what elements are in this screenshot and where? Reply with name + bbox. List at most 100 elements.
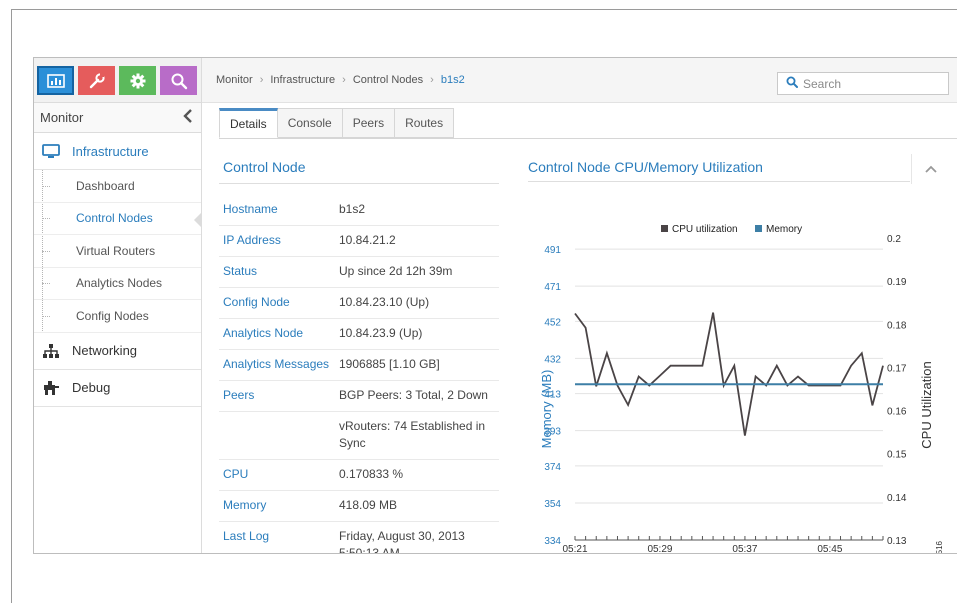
table-row: Hostname b1s2 — [219, 195, 499, 226]
row-value: 0.170833 % — [339, 467, 404, 481]
legend-label-cpu: CPU utilization — [672, 224, 738, 235]
sidebar-item-debug[interactable]: Debug — [34, 370, 201, 407]
breadcrumb-item-control-nodes[interactable]: Control Nodes — [353, 74, 423, 86]
x-tick-label: 05:45 — [817, 544, 842, 554]
collapse-sidebar-icon[interactable] — [183, 109, 193, 126]
tab-details[interactable]: Details — [219, 108, 278, 138]
row-value: 1906885 [1.10 GB] — [339, 357, 440, 371]
row-value: 418.09 MB — [339, 498, 398, 512]
search-icon — [786, 76, 798, 91]
collapse-panel-button[interactable] — [911, 154, 949, 184]
y-right-tick-label: 0.18 — [887, 320, 907, 331]
y-left-tick-label: 491 — [544, 245, 561, 256]
sidebar-item-control-nodes[interactable]: Control Nodes — [34, 203, 202, 235]
sitemap-icon — [42, 343, 64, 359]
sidebar-item-config-nodes[interactable]: Config Nodes — [34, 300, 201, 333]
y-left-tick-label: 354 — [544, 499, 561, 510]
details-title: Control Node — [223, 159, 306, 175]
debug-icon — [42, 380, 64, 396]
sidebar-item-virtual-routers[interactable]: Virtual Routers — [34, 235, 201, 268]
row-value: 10.84.21.2 — [339, 233, 396, 247]
y-right-tick-label: 0.14 — [887, 493, 907, 504]
breadcrumb-separator-icon: › — [430, 74, 434, 86]
row-key: Peers — [223, 388, 255, 402]
row-key: Config Node — [223, 295, 290, 309]
row-key: CPU — [223, 467, 249, 481]
table-row: Config Node 10.84.23.10 (Up) — [219, 288, 499, 319]
tab-bar: Details Console Peers Routes — [219, 108, 455, 138]
tab-peers[interactable]: Peers — [342, 108, 396, 138]
sidebar-item-label: Infrastructure — [72, 143, 149, 159]
chart-panel-title: Control Node CPU/Memory Utilization — [528, 159, 763, 175]
row-key: IP Address — [223, 233, 281, 247]
tab-routes[interactable]: Routes — [395, 108, 455, 138]
table-row: Memory 418.09 MB — [219, 491, 499, 522]
configure-icon[interactable] — [78, 66, 115, 95]
breadcrumb-item-current: b1s2 — [440, 74, 465, 86]
y-left-tick-label: 452 — [544, 317, 561, 328]
row-key: Hostname — [223, 202, 278, 216]
sidebar-section-header: Monitor — [34, 103, 201, 133]
breadcrumb-separator-icon: › — [342, 74, 346, 86]
y-left-tick-label: 334 — [544, 536, 561, 547]
breadcrumb-item-infrastructure[interactable]: Infrastructure — [270, 74, 335, 86]
main-content: Monitor › Infrastructure › Control Nodes… — [202, 58, 957, 553]
cpu-series-line — [574, 312, 884, 436]
y-right-tick-label: 0.17 — [887, 363, 907, 374]
table-row: Status Up since 2d 12h 39m — [219, 257, 499, 288]
legend-swatch-memory — [755, 225, 762, 232]
sidebar-section-title: Monitor — [40, 110, 84, 125]
row-key: Analytics Messages — [223, 357, 330, 371]
row-value: 10.84.23.10 (Up) — [339, 295, 430, 309]
row-value: BGP Peers: 3 Total, 2 Down — [339, 388, 488, 402]
row-key: Status — [223, 264, 258, 278]
query-icon[interactable] — [160, 66, 197, 95]
sidebar: Monitor Infrastructure Dashboard Control… — [34, 58, 202, 553]
search-placeholder: Search — [803, 76, 842, 91]
row-value: vRouters: 74 Established in Sync — [339, 419, 486, 450]
breadcrumb-item-monitor[interactable]: Monitor — [216, 74, 253, 86]
sidebar-item-label: Networking — [72, 343, 138, 358]
table-row: IP Address 10.84.21.2 — [219, 226, 499, 257]
cpu-memory-chart: CPU utilization Memory3343543743934134324… — [539, 224, 934, 554]
tab-console[interactable]: Console — [277, 108, 343, 138]
sidebar-item-networking[interactable]: Networking — [34, 333, 201, 370]
row-value: 10.84.23.9 (Up) — [339, 326, 423, 340]
infrastructure-submenu: Dashboard Control Nodes Virtual Routers … — [34, 170, 202, 333]
y-right-tick-label: 0.19 — [887, 277, 907, 288]
sidebar-item-dashboard[interactable]: Dashboard — [34, 170, 201, 203]
y-right-tick-label: 0.2 — [887, 234, 901, 245]
settings-icon[interactable] — [119, 66, 156, 95]
table-row: vRouters: 74 Established in Sync — [219, 412, 499, 460]
y-right-tick-label: 0.15 — [887, 450, 907, 461]
row-key — [223, 418, 339, 452]
app-window: Monitor Infrastructure Dashboard Control… — [33, 57, 957, 554]
table-row: Last Log Friday, August 30, 2013 5:50:13 … — [219, 522, 499, 553]
sidebar-item-infrastructure[interactable]: Infrastructure — [34, 133, 201, 170]
x-tick-label: 05:29 — [647, 544, 672, 554]
y-left-axis-title: Memory (MB) — [539, 370, 554, 449]
row-key: Last Log — [223, 529, 270, 543]
details-table: Hostname b1s2 IP Address 10.84.21.2 Status… — [219, 195, 499, 553]
sidebar-item-analytics-nodes[interactable]: Analytics Nodes — [34, 268, 201, 300]
y-left-tick-label: 471 — [544, 282, 561, 293]
y-left-tick-label: 374 — [544, 462, 561, 473]
row-value: b1s2 — [339, 202, 366, 216]
table-row: Peers BGP Peers: 3 Total, 2 Down — [219, 381, 499, 412]
row-value: Up since 2d 12h 39m — [339, 264, 453, 278]
chart-title-rule — [528, 181, 910, 182]
figure-code: g041516 — [935, 541, 944, 553]
x-tick-label: 05:37 — [732, 544, 757, 554]
y-right-tick-label: 0.13 — [887, 536, 907, 547]
y-right-tick-label: 0.16 — [887, 407, 907, 418]
sidebar-item-label: Debug — [72, 380, 111, 395]
breadcrumb-separator-icon: › — [259, 74, 264, 86]
monitor-icon[interactable] — [37, 66, 74, 95]
top-icon-bar — [34, 58, 201, 103]
row-key: Memory — [223, 498, 267, 512]
legend-label-memory: Memory — [766, 224, 802, 235]
search-input[interactable]: Search — [777, 72, 949, 95]
table-row: Analytics Node 10.84.23.9 (Up) — [219, 319, 499, 350]
legend-swatch-cpu — [661, 225, 668, 232]
table-row: CPU 0.170833 % — [219, 460, 499, 491]
